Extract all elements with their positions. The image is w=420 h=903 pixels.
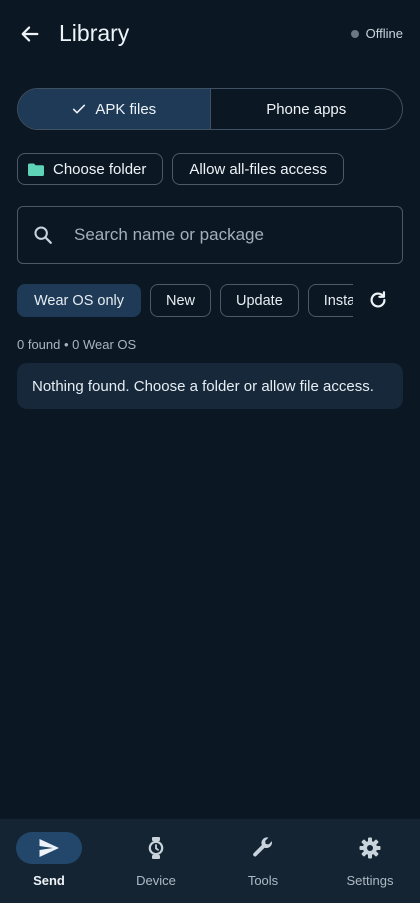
chip-label: Installed [323,292,353,309]
empty-state-message: Nothing found. Choose a folder or allow … [32,377,374,395]
chip-label: Wear OS only [34,292,124,309]
refresh-button[interactable] [364,286,392,314]
arrow-left-icon [21,26,39,42]
refresh-icon [370,291,386,308]
nav-item-device[interactable]: Device [123,819,189,903]
chip-new[interactable]: New [150,284,212,317]
action-buttons: Choose folder Allow all-files access [17,153,344,185]
nav-label-settings: Settings [346,873,394,888]
nav-item-send[interactable]: Send [16,819,82,903]
bottom-navigation: Send Device Tools Settings [0,819,420,903]
filter-chips[interactable]: Wear OS only New Update Installed [17,284,353,317]
wrench-icon [253,837,273,857]
nav-label-send: Send [33,873,65,888]
folder-icon [28,163,44,176]
chip-update[interactable]: Update [220,284,299,317]
empty-state-card: Nothing found. Choose a folder or allow … [17,363,403,409]
send-icon [39,839,59,857]
choose-folder-button[interactable]: Choose folder [17,153,164,185]
search-input[interactable] [72,224,376,246]
status-dot-icon [350,29,359,38]
chip-label: New [166,292,196,309]
search-field[interactable] [17,206,403,264]
nav-pill [230,832,296,864]
chip-installed[interactable]: Installed [307,284,353,317]
nav-label-tools: Tools [247,873,279,888]
nav-pill [337,832,403,864]
allow-access-label: Allow all-files access [189,160,327,178]
check-icon [73,104,86,114]
watch-icon [148,837,164,859]
gear-icon [359,837,381,859]
tab-apk-files[interactable]: APK files [18,89,211,129]
connection-status: Offline [350,26,403,41]
nav-item-tools[interactable]: Tools [230,819,296,903]
top-app-bar: Library Offline [0,0,420,68]
back-button[interactable] [14,18,46,50]
nav-pill [16,832,82,864]
page-title: Library [59,20,130,46]
search-icon [34,226,52,244]
chip-wear-os-only[interactable]: Wear OS only [17,284,141,317]
source-toggle: APK files Phone apps [17,88,403,130]
tab-phone-apps-label: Phone apps [266,100,347,118]
tab-phone-apps[interactable]: Phone apps [211,89,403,129]
nav-pill [123,832,189,864]
results-count: 0 found • 0 Wear OS [17,337,137,352]
status-label: Offline [365,26,403,41]
nav-item-settings[interactable]: Settings [337,819,403,903]
choose-folder-label: Choose folder [53,160,147,178]
chip-label: Update [236,292,283,309]
nav-label-device: Device [136,873,176,888]
tab-apk-files-label: APK files [95,100,157,118]
allow-access-button[interactable]: Allow all-files access [172,153,344,185]
